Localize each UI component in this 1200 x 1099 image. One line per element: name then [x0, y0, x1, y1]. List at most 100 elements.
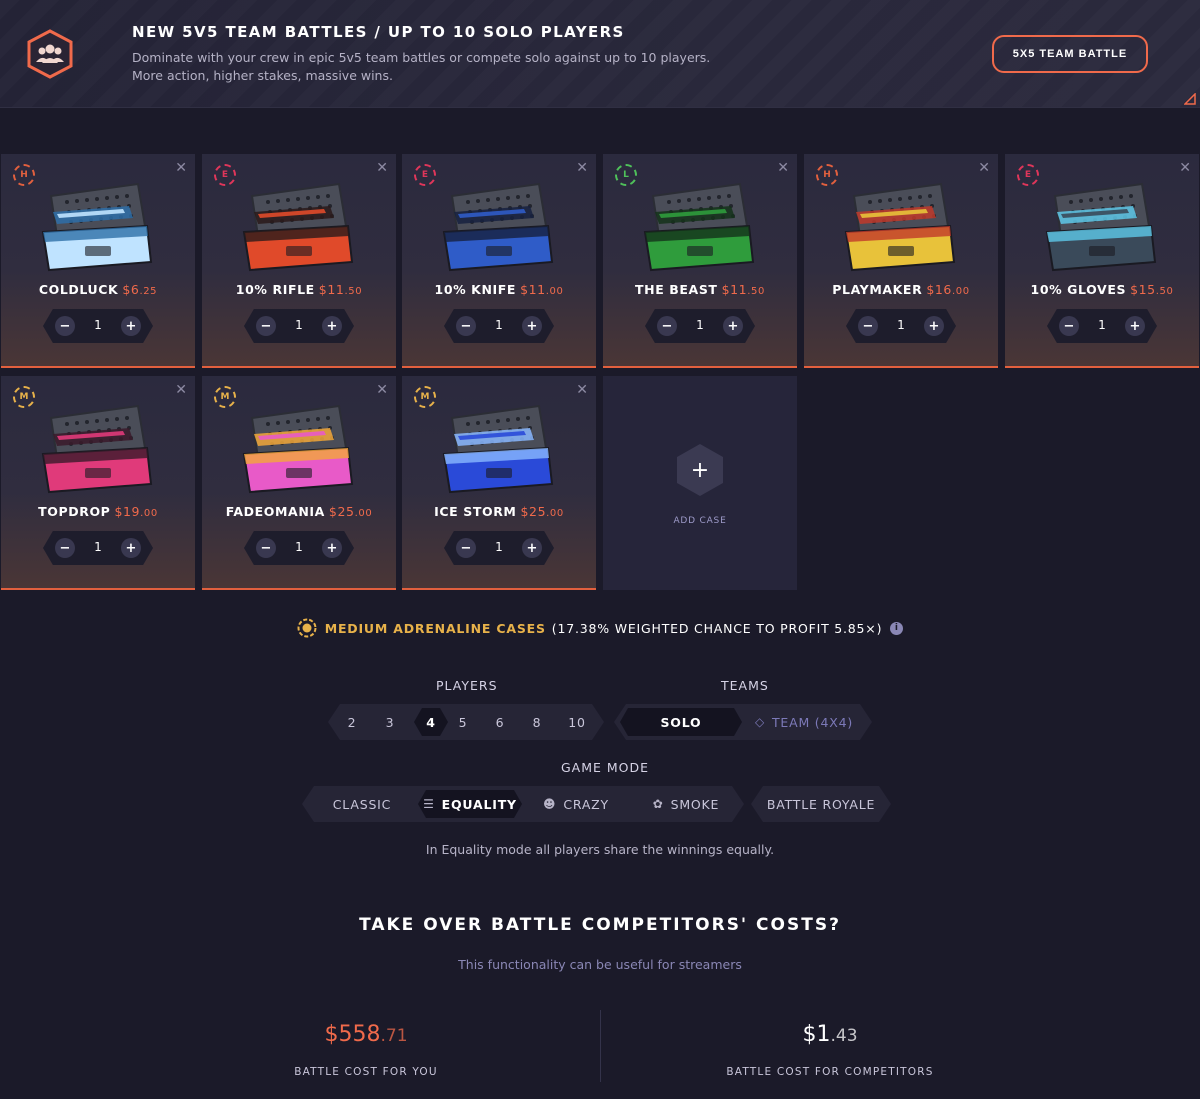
mode-option-label: SMOKE	[670, 796, 720, 812]
crazy-face-icon: ☻	[543, 797, 557, 811]
plus-icon[interactable]: +	[723, 316, 743, 336]
minus-icon[interactable]: −	[456, 316, 476, 336]
case-card[interactable]: H ✕ PLAYMAKER $16.00 − 1 +	[804, 154, 998, 368]
close-icon[interactable]: ✕	[1179, 160, 1191, 176]
case-name-price: 10% RIFLE $11.50	[202, 282, 396, 297]
case-name: FADEOMANIA	[225, 504, 325, 519]
plus-icon[interactable]: +	[522, 316, 542, 336]
banner-description-line: Dominate with your crew in epic 5v5 team…	[132, 50, 711, 65]
mode-option-label: EQUALITY	[441, 796, 517, 812]
quantity-stepper: − 1 +	[444, 531, 554, 565]
tier-badge-icon: L	[615, 164, 637, 186]
plus-icon[interactable]: +	[1125, 316, 1145, 336]
minus-icon[interactable]: −	[1059, 316, 1079, 336]
case-image	[643, 182, 755, 272]
case-card[interactable]: M ✕ ICE STORM $25.00 − 1 +	[402, 376, 596, 590]
case-name-price: TOPDROP $19.00	[1, 504, 195, 519]
corner-accent-icon	[1184, 93, 1196, 105]
close-icon[interactable]: ✕	[376, 382, 388, 398]
minus-icon[interactable]: −	[256, 538, 276, 558]
game-mode-label: GAME MODE	[561, 760, 650, 775]
case-card[interactable]: H ✕ COLDLUCK $6.25 − 1 +	[1, 154, 195, 368]
close-icon[interactable]: ✕	[175, 382, 187, 398]
minus-icon[interactable]: −	[55, 316, 75, 336]
case-card[interactable]: E ✕ 10% GLOVES $15.50 − 1 +	[1005, 154, 1199, 368]
player-count-option[interactable]: 10	[560, 704, 594, 740]
player-count-option[interactable]: 6	[488, 704, 512, 740]
plus-icon[interactable]: +	[322, 316, 342, 336]
player-count-option[interactable]: 2	[340, 704, 364, 740]
team-option-solo[interactable]: SOLO	[620, 708, 742, 736]
plus-icon[interactable]: +	[121, 316, 141, 336]
plus-icon[interactable]: +	[322, 538, 342, 558]
team-option-team[interactable]: ◇ TEAM (4X4)	[742, 704, 866, 740]
team-battle-button[interactable]: 5X5 TEAM BATTLE	[992, 35, 1148, 73]
case-card[interactable]: L ✕ THE BEAST $11.50 − 1 +	[603, 154, 797, 368]
battle-cost-you-label: BATTLE COST FOR YOU	[294, 1066, 438, 1078]
player-count-option[interactable]: 4	[414, 708, 448, 736]
plus-icon[interactable]: +	[677, 444, 723, 496]
quantity-value: 1	[897, 318, 905, 332]
close-icon[interactable]: ✕	[175, 160, 187, 176]
mode-option-smoke[interactable]: ✿ SMOKE	[636, 786, 736, 822]
minus-icon[interactable]: −	[657, 316, 677, 336]
close-icon[interactable]: ✕	[576, 160, 588, 176]
mode-option-classic[interactable]: CLASSIC	[316, 786, 408, 822]
case-card[interactable]: E ✕ 10% KNIFE $11.00 − 1 +	[402, 154, 596, 368]
teams-selector: SOLO ◇ TEAM (4X4)	[614, 704, 872, 740]
case-card[interactable]: E ✕ 10% RIFLE $11.50 − 1 +	[202, 154, 396, 368]
player-count-option[interactable]: 3	[378, 704, 402, 740]
battle-cost-competitors-label: BATTLE COST FOR COMPETITORS	[726, 1066, 934, 1078]
case-name-price: COLDLUCK $6.25	[1, 282, 195, 297]
case-image	[242, 404, 354, 494]
adrenaline-icon	[297, 618, 317, 638]
case-price-dollars: $19	[114, 504, 141, 519]
info-icon[interactable]: i	[890, 621, 904, 635]
tier-badge-icon: E	[1017, 164, 1039, 186]
mode-option-equality[interactable]: ☰ EQUALITY	[418, 790, 522, 818]
quantity-stepper: − 1 +	[43, 309, 153, 343]
team-option-label: SOLO	[660, 714, 702, 730]
quantity-value: 1	[696, 318, 704, 332]
player-count-option[interactable]: 8	[525, 704, 549, 740]
close-icon[interactable]: ✕	[978, 160, 990, 176]
case-name: PLAYMAKER	[832, 282, 923, 297]
case-card[interactable]: M ✕ TOPDROP $19.00 − 1 +	[1, 376, 195, 590]
tier-letter: E	[421, 170, 429, 180]
close-icon[interactable]: ✕	[777, 160, 789, 176]
mode-option-crazy[interactable]: ☻ CRAZY	[528, 786, 624, 822]
case-name-price: 10% KNIFE $11.00	[402, 282, 596, 297]
case-price-dollars: $25	[328, 504, 355, 519]
case-image	[41, 404, 153, 494]
minus-icon[interactable]: −	[858, 316, 878, 336]
cost-dollars: $1	[802, 1022, 831, 1047]
minus-icon[interactable]: −	[55, 538, 75, 558]
close-icon[interactable]: ✕	[376, 160, 388, 176]
banner-description-line: More action, higher stakes, massive wins…	[132, 68, 393, 83]
case-price: $25.00	[329, 504, 372, 519]
case-price: $15.50	[1130, 282, 1173, 297]
plus-icon[interactable]: +	[522, 538, 542, 558]
tier-letter: M	[220, 392, 230, 402]
plus-icon[interactable]: +	[121, 538, 141, 558]
case-name: 10% RIFLE	[235, 282, 315, 297]
minus-icon[interactable]: −	[256, 316, 276, 336]
cost-cents: .43	[830, 1026, 858, 1046]
minus-icon[interactable]: −	[456, 538, 476, 558]
plus-icon[interactable]: +	[924, 316, 944, 336]
tier-letter: H	[20, 170, 28, 180]
close-icon[interactable]: ✕	[576, 382, 588, 398]
mode-option-battle-royale[interactable]: BATTLE ROYALE	[751, 786, 891, 822]
add-case-card[interactable]: + ADD CASE	[603, 376, 797, 590]
tier-letter: E	[221, 170, 229, 180]
quantity-stepper: − 1 +	[645, 309, 755, 343]
players-selector: 2 3 4 5 6 8 10	[328, 704, 604, 740]
takeover-title: TAKE OVER BATTLE COMPETITORS' COSTS?	[359, 915, 841, 935]
quantity-value: 1	[495, 540, 503, 554]
game-mode-hint: In Equality mode all players share the w…	[425, 842, 775, 857]
case-image	[41, 182, 153, 272]
case-price-cents: .50	[344, 286, 363, 297]
case-price-cents: .50	[747, 286, 765, 297]
player-count-option[interactable]: 5	[451, 704, 475, 740]
case-card[interactable]: M ✕ FADEOMANIA $25.00 − 1 +	[202, 376, 396, 590]
